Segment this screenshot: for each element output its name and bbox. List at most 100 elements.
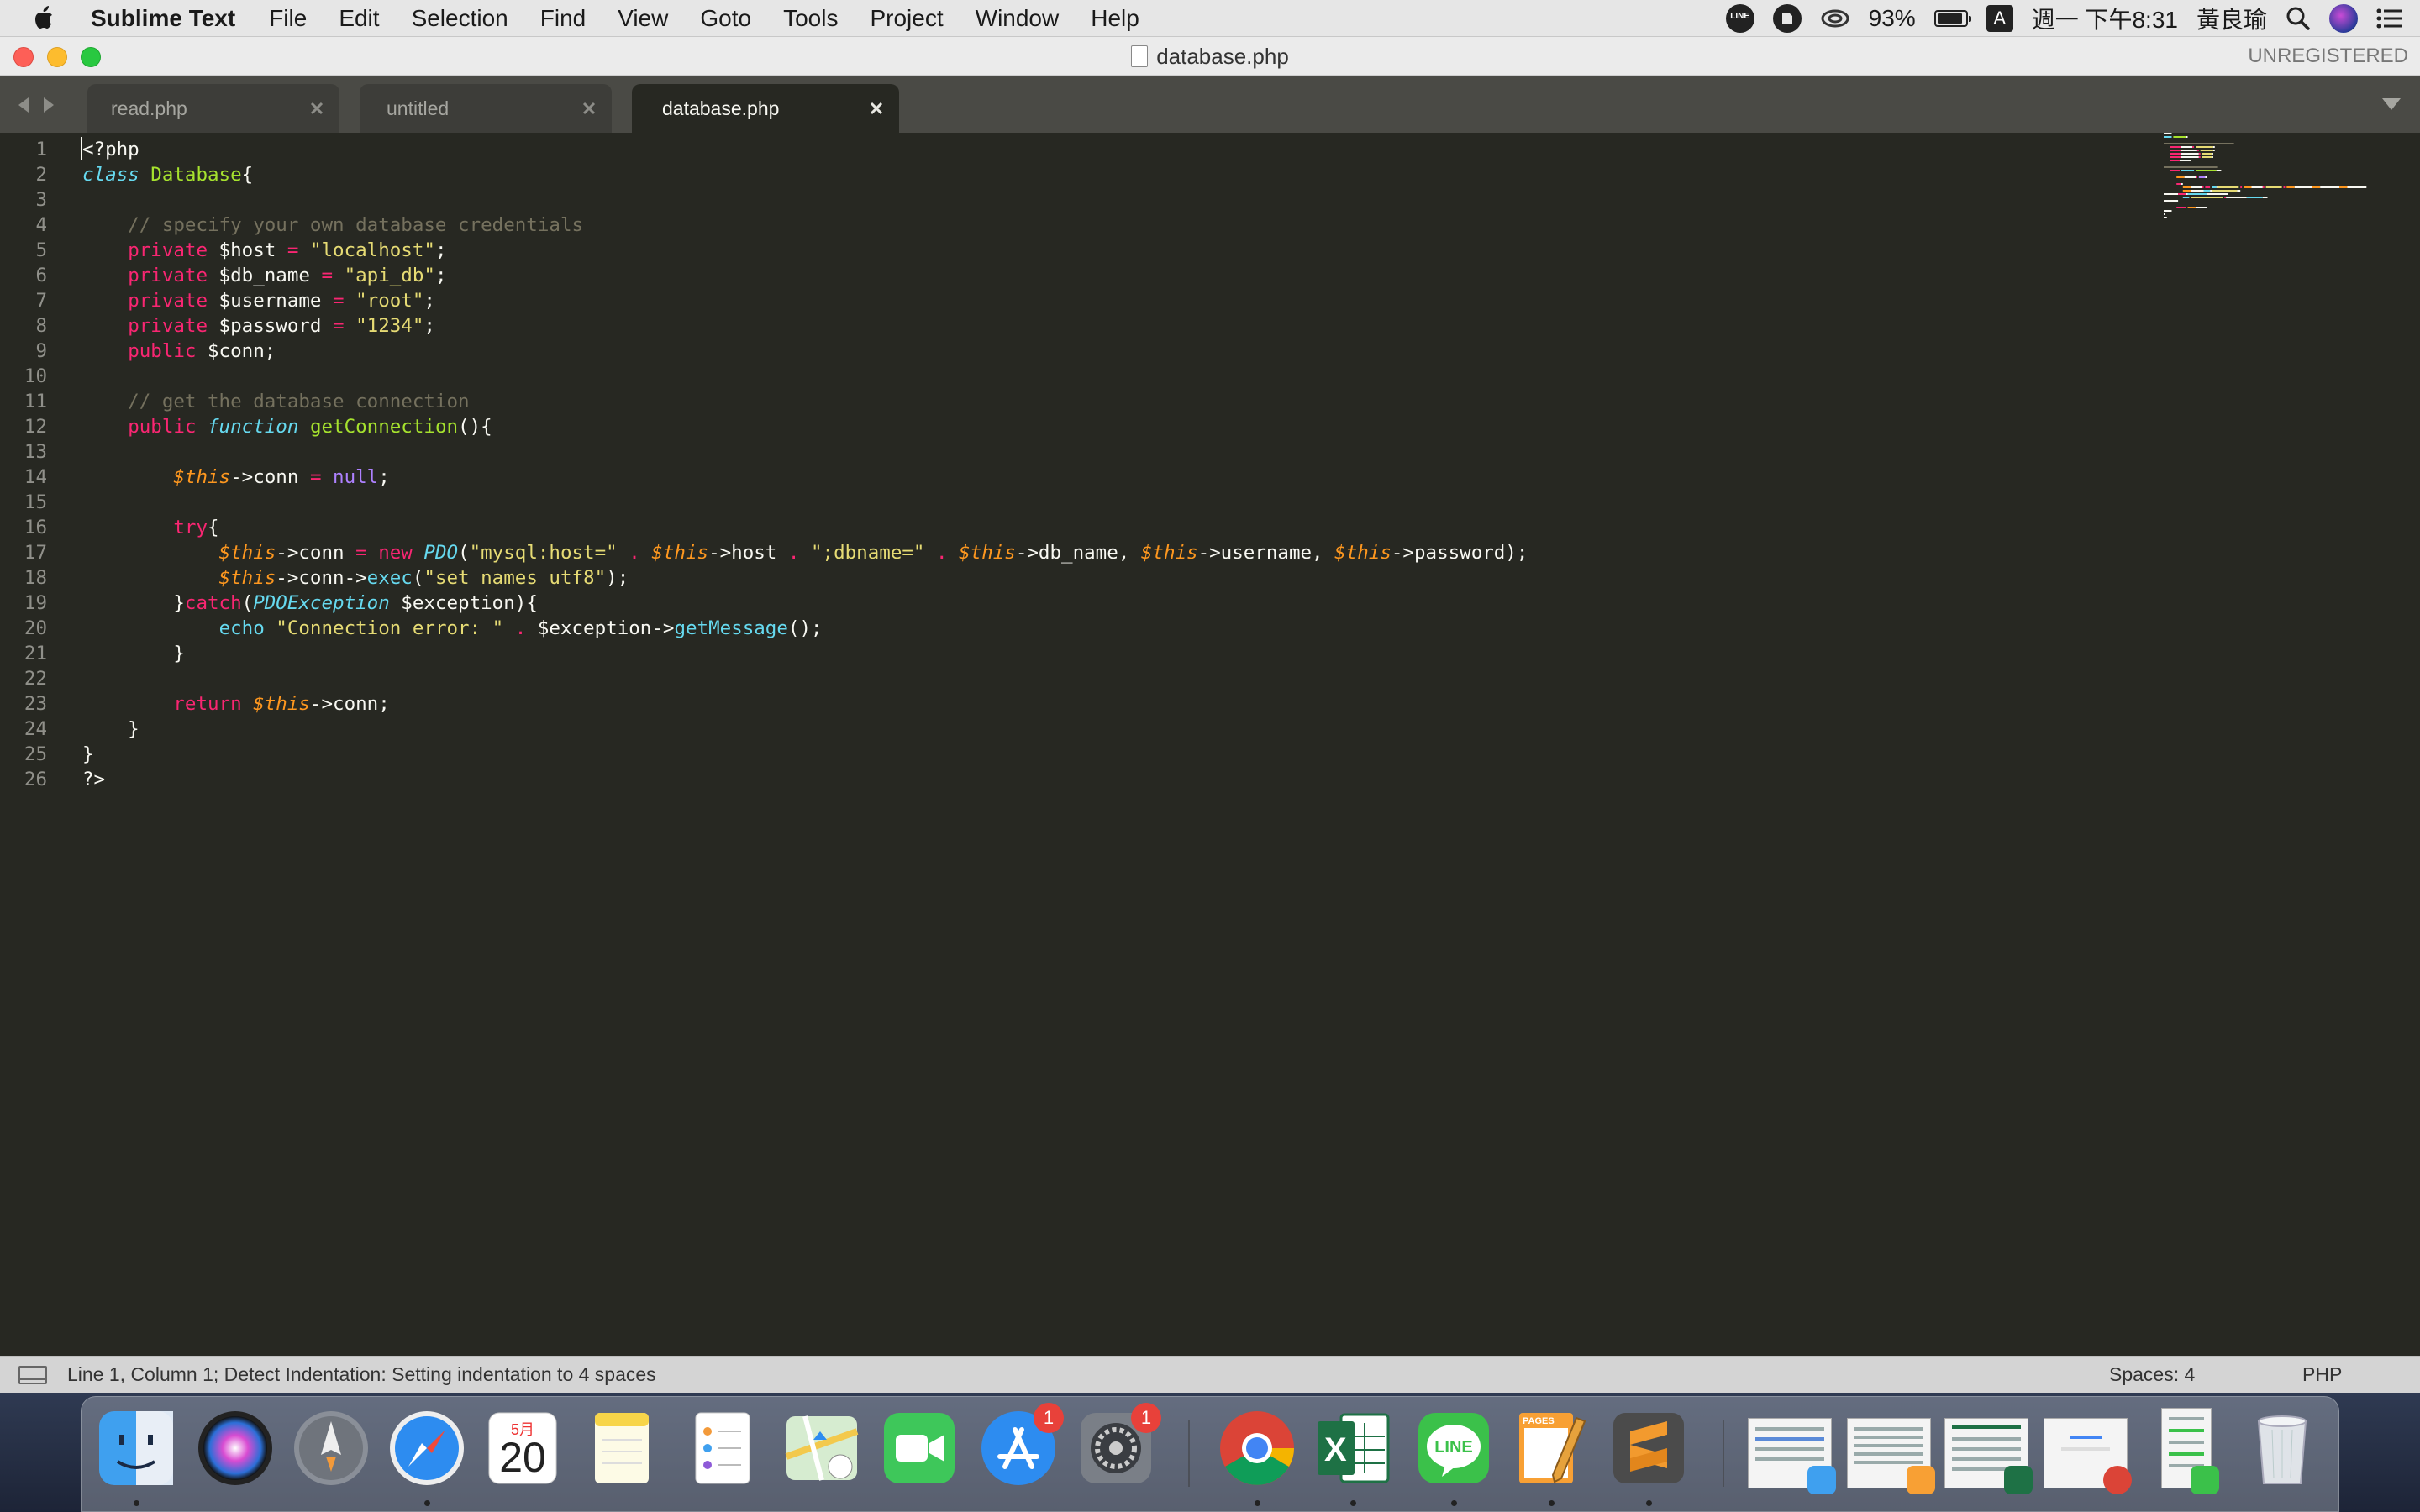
notification-center-icon[interactable] (2376, 8, 2403, 29)
code-line[interactable]: public function getConnection(){ (82, 414, 492, 439)
code-line[interactable]: $this->conn = null; (82, 465, 389, 490)
minimap-token (2173, 136, 2186, 138)
close-tab-icon[interactable] (581, 101, 597, 116)
code-line[interactable]: // specify your own database credentials (82, 213, 583, 238)
minimap-token (2176, 207, 2186, 208)
line-number: 19 (24, 592, 47, 614)
menu-find[interactable]: Find (540, 5, 586, 32)
tab-untitled[interactable]: untitled (360, 84, 612, 133)
indentation-status[interactable]: Spaces: 4 (2109, 1357, 2195, 1392)
code-line[interactable]: ?> (82, 767, 105, 792)
evernote-status-icon[interactable] (1772, 4, 1802, 33)
code-line[interactable]: } (82, 742, 94, 767)
minimap[interactable] (2164, 133, 2382, 234)
minimap-token (2178, 193, 2186, 195)
menu-edit[interactable]: Edit (339, 5, 379, 32)
dock-facetime-icon[interactable] (877, 1406, 961, 1490)
tab-label: untitled (387, 97, 450, 119)
menu-project[interactable]: Project (870, 5, 943, 32)
code-token: new (378, 542, 413, 564)
spotlight-search-icon[interactable] (2286, 6, 2311, 31)
code-line[interactable]: $this->conn->exec("set names utf8"); (82, 565, 629, 591)
minimap-token (2212, 146, 2215, 148)
dock-line-icon[interactable]: LINE (1412, 1406, 1496, 1490)
dock-trash-icon[interactable] (2240, 1406, 2324, 1490)
code-line[interactable]: } (82, 641, 185, 666)
syntax-selector[interactable]: PHP (2302, 1357, 2342, 1392)
dock-pages-icon[interactable]: PAGES (1509, 1406, 1593, 1490)
dock-reminders-icon[interactable] (681, 1406, 765, 1490)
minimized-window-pages[interactable] (1847, 1418, 1935, 1494)
dock-siri-icon[interactable] (193, 1406, 277, 1490)
menu-selection[interactable]: Selection (412, 5, 508, 32)
code-line[interactable]: private $password = "1234"; (82, 313, 435, 339)
tab-overflow-menu-icon[interactable] (2381, 97, 2402, 111)
tab-read-php[interactable]: read.php (87, 84, 339, 133)
dock-finder-icon[interactable] (94, 1406, 178, 1490)
dock-maps-icon[interactable] (780, 1406, 864, 1490)
code-token: PDO (424, 542, 459, 564)
close-tab-icon[interactable] (309, 101, 324, 116)
menu-window[interactable]: Window (976, 5, 1060, 32)
code-line[interactable]: $this->conn = new PDO("mysql:host=" . $t… (82, 540, 1528, 565)
minimap-token (2226, 197, 2247, 198)
menu-app-name[interactable]: Sublime Text (91, 5, 235, 32)
tab-database-php[interactable]: database.php (632, 84, 899, 133)
license-status: UNREGISTERED (2248, 45, 2408, 67)
code-line[interactable]: private $username = "root"; (82, 288, 435, 313)
code-line[interactable]: class Database{ (82, 162, 253, 187)
minimap-token (2240, 186, 2243, 188)
tab-nav-arrows-icon[interactable] (15, 92, 57, 118)
code-line[interactable]: echo "Connection error: " . $exception->… (82, 616, 823, 641)
dock-safari-icon[interactable] (385, 1406, 469, 1490)
minimized-window-excel[interactable] (1944, 1418, 2033, 1494)
menu-tools[interactable]: Tools (783, 5, 838, 32)
code-editor[interactable]: 1 2 3 4 5 6 7 8 9 10 11 12 13 14 15 16 17 18 19 20 21 22 23 24 2… (0, 133, 2420, 1356)
minimap-token (2216, 170, 2222, 171)
code-line[interactable]: // get the database connection (82, 389, 469, 414)
sync-status-icon[interactable] (1820, 6, 1850, 31)
code-token: "1234" (355, 315, 424, 337)
battery-icon[interactable] (1933, 10, 1971, 27)
minimized-window-chrome[interactable] (2044, 1418, 2132, 1494)
code-line[interactable]: public $conn; (82, 339, 276, 364)
pages-badge-icon (1907, 1466, 1935, 1494)
line-badge-icon (2191, 1466, 2219, 1494)
dock-calendar-icon[interactable]: 5月 20 (481, 1406, 565, 1490)
dock-excel-icon[interactable]: X (1311, 1406, 1395, 1490)
menubar-datetime[interactable]: 週一 下午8:31 (2032, 2, 2178, 35)
line-status-icon[interactable]: LINE (1725, 4, 1754, 33)
menu-help[interactable]: Help (1091, 5, 1139, 32)
siri-menubar-icon[interactable] (2329, 4, 2358, 33)
minimized-window-line[interactable] (2161, 1408, 2219, 1494)
code-line[interactable]: private $db_name = "api_db"; (82, 263, 446, 288)
code-line[interactable]: return $this->conn; (82, 691, 389, 717)
code-line[interactable]: <?php (82, 137, 139, 162)
code-line[interactable]: private $host = "localhost"; (82, 238, 446, 263)
menu-view[interactable]: View (618, 5, 668, 32)
minimap-token (2192, 146, 2195, 148)
minimap-token (2164, 217, 2167, 218)
menu-file[interactable]: File (269, 5, 307, 32)
minimap-token (2182, 190, 2191, 192)
minimized-window-finder[interactable] (1748, 1418, 1836, 1494)
code-line[interactable]: }catch(PDOException $exception){ (82, 591, 538, 616)
show-panel-icon[interactable] (18, 1366, 47, 1384)
menubar-user[interactable]: 黃良瑜 (2196, 2, 2267, 35)
dock-sublime-text-icon[interactable] (1607, 1406, 1691, 1490)
running-indicator (1255, 1500, 1260, 1506)
code-line[interactable]: try{ (82, 515, 218, 540)
menu-goto[interactable]: Goto (700, 5, 751, 32)
line-number: 24 (24, 718, 47, 740)
apple-menu-icon[interactable] (32, 3, 57, 34)
dock-chrome-icon[interactable] (1215, 1406, 1299, 1490)
input-method-icon[interactable]: A (1986, 5, 2013, 32)
code-line[interactable]: } (82, 717, 139, 742)
minimap-token (2251, 186, 2263, 188)
dock-notes-icon[interactable] (580, 1406, 664, 1490)
close-tab-icon[interactable] (869, 101, 884, 116)
dock-launchpad-icon[interactable] (289, 1406, 373, 1490)
